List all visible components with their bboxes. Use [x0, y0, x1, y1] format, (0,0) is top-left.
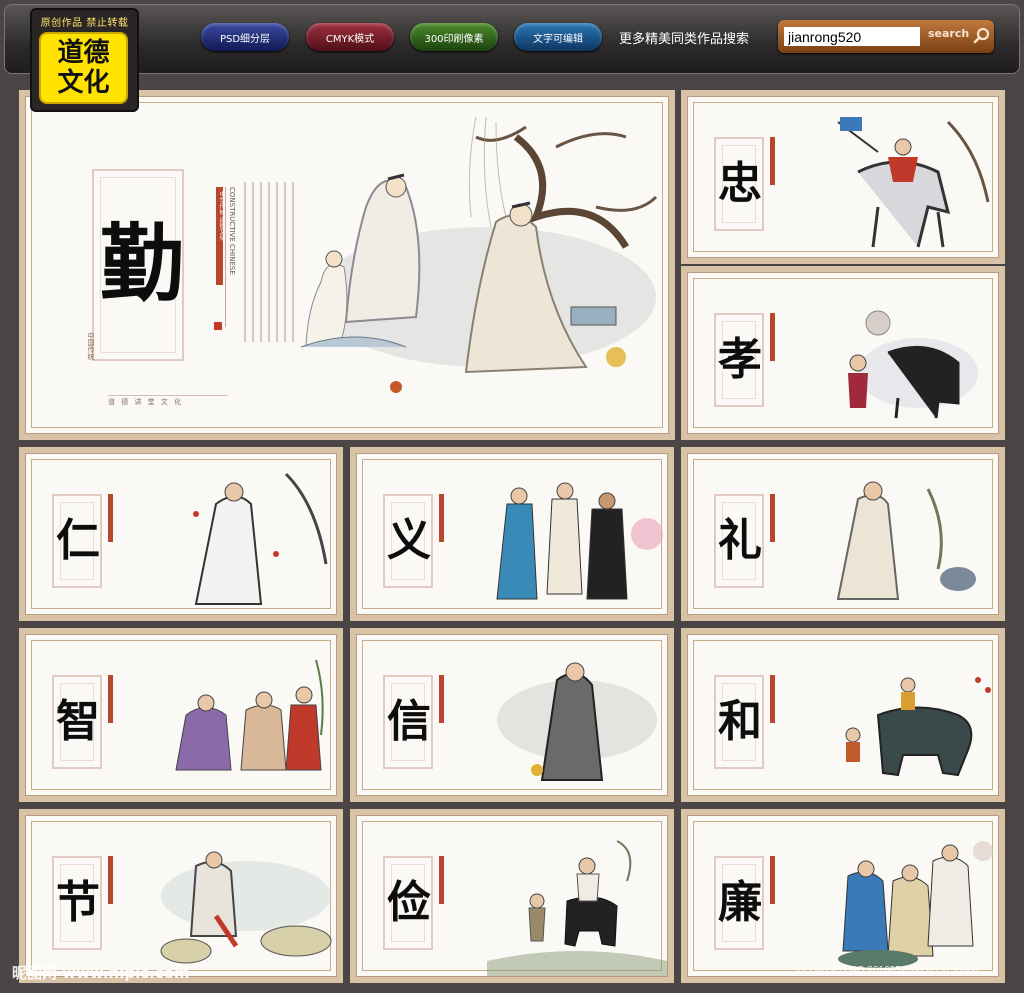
vertical-band: [770, 313, 775, 361]
text-column: [284, 182, 286, 342]
vertical-band: [439, 856, 444, 904]
text-column: [276, 182, 278, 342]
panel-xin: 信: [350, 628, 674, 802]
panel-inner: 和: [687, 634, 999, 796]
panel-inner: 礼: [687, 453, 999, 615]
panel-inner: 节: [25, 815, 337, 977]
panel-character: 廉: [718, 877, 762, 928]
panel-ren: 仁: [19, 447, 343, 621]
panel-character: 智: [56, 696, 100, 747]
panel-inner: 义: [356, 453, 668, 615]
panel-inner: 廉: [687, 815, 999, 977]
logo: 原创作品 禁止转载 道德 文化: [30, 8, 139, 112]
text-column: [252, 182, 254, 342]
panel-zhong: 忠: [681, 90, 1005, 264]
editable-text-button[interactable]: 文字可编辑: [514, 23, 602, 51]
buffalo-children-painting: [845, 677, 991, 777]
gathering-painting: [175, 659, 324, 771]
panel-character: 节: [56, 877, 100, 928]
panel-jian: 俭: [350, 809, 674, 983]
shepherd-painting: [160, 851, 332, 964]
text-column: [268, 182, 270, 342]
three-heroes-painting: [496, 482, 663, 600]
watermark-site: 昵图网 www.nipic.com: [12, 964, 190, 982]
vertical-band: [770, 137, 775, 185]
english-title: CONSTRUCTIVE CHINESE: [228, 187, 236, 275]
main-character: 勤: [100, 214, 185, 313]
panel-inner: 忠: [687, 96, 999, 258]
vertical-band: [439, 675, 444, 723]
vertical-band: [770, 856, 775, 904]
panel-character: 忠: [718, 158, 762, 209]
vertical-band: [108, 494, 113, 542]
panel-inner: 勤 中华传统 道德文化 CONSTRUCTIVE CHINESE 中国传统 道 …: [25, 96, 669, 434]
logo-badge: 道德 文化: [39, 32, 128, 104]
panel-jie: 节: [19, 809, 343, 983]
logo-line2: 文化: [57, 68, 110, 98]
panel-zhi: 智: [19, 628, 343, 802]
panel-yi: 义: [350, 447, 674, 621]
cmyk-mode-button[interactable]: CMYK模式: [306, 23, 394, 51]
footer-line: [108, 395, 228, 396]
scholars-painting: [300, 116, 658, 393]
panel-character: 信: [387, 696, 431, 747]
watermark-id: ID:7942955 NO:20160520085413156000: [795, 965, 979, 976]
footer-text: 道 德 讲 堂 文 化: [108, 398, 184, 406]
search-button[interactable]: search: [928, 27, 969, 40]
panel-inner: 孝: [687, 272, 999, 434]
panel-qin: 勤 中华传统 道德文化 CONSTRUCTIVE CHINESE 中国传统 道 …: [19, 90, 675, 440]
officials-painting: [838, 841, 993, 968]
vertical-band: [108, 856, 113, 904]
vertical-band: [770, 494, 775, 542]
scholar-painting: [193, 472, 328, 605]
panel-lian: 廉: [681, 809, 1005, 983]
logo-top-text: 原创作品 禁止转载: [40, 18, 129, 29]
panel-inner: 智: [25, 634, 337, 796]
vertical-band: [108, 675, 113, 723]
panel-li: 礼: [681, 447, 1005, 621]
panel-character: 义: [387, 515, 431, 566]
logo-line1: 道德: [57, 38, 110, 68]
panel-inner: 信: [356, 634, 668, 796]
panel-he: 和: [681, 628, 1005, 802]
sage-painting: [836, 481, 976, 600]
text-column: [292, 182, 294, 342]
panel-character: 礼: [718, 515, 762, 566]
search-label: 更多精美同类作品搜索: [619, 32, 750, 47]
vertical-band: [439, 494, 444, 542]
red-seal: [214, 322, 222, 330]
vertical-band: [770, 675, 775, 723]
child-ox-painting: [848, 310, 978, 419]
panel-character: 孝: [718, 334, 762, 385]
elder-ox-painting: [487, 840, 667, 976]
scholar-ink-painting: [497, 662, 657, 781]
search-input[interactable]: [784, 27, 920, 46]
print-pixel-button[interactable]: 300印刷像素: [410, 23, 498, 51]
panel-inner: 仁: [25, 453, 337, 615]
panel-xiao: 孝: [681, 266, 1005, 440]
psd-layers-button[interactable]: PSD细分层: [201, 23, 289, 51]
divider: [225, 187, 226, 327]
search-box: search: [778, 20, 994, 53]
panel-character: 仁: [56, 515, 100, 566]
side-note: 中国传统: [87, 332, 95, 360]
panel-character: 俭: [387, 877, 431, 928]
panel-character: 和: [718, 696, 762, 747]
text-column: [260, 182, 262, 342]
text-column: [244, 182, 246, 342]
search-icon[interactable]: [972, 26, 992, 46]
panel-inner: 俭: [356, 815, 668, 977]
warrior-horse-painting: [837, 117, 990, 248]
